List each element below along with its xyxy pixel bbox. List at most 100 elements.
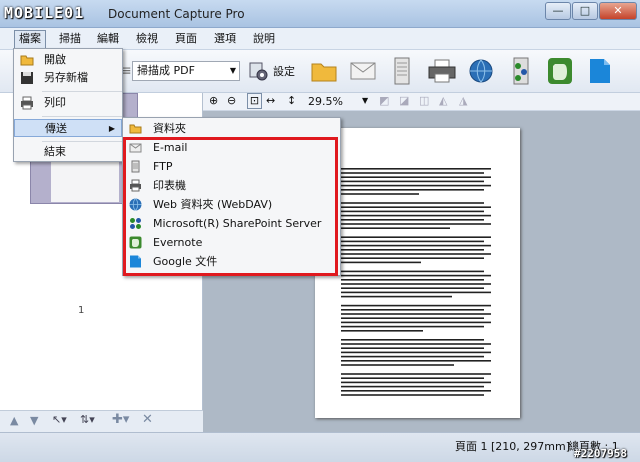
text-line [341,390,491,392]
text-line [341,394,484,396]
document-page [315,128,520,418]
file-menu-exit[interactable]: 結束 [14,143,122,161]
site-logo: MOBILE01 [4,4,85,22]
file-menu: 開啟 另存新檔 列印 傳送 ▶ 結束 [13,48,123,162]
text-line [341,236,491,238]
text-line [341,202,484,204]
text-line [341,304,491,307]
text-line [341,261,421,264]
google-docs-icon [590,59,610,83]
text-line [341,227,450,229]
text-line [341,219,484,221]
text-line [341,364,454,366]
text-line [341,240,484,243]
send-google-docs-button[interactable] [585,56,615,86]
server-icon [394,57,410,85]
zoom-level[interactable]: 29.5% [304,94,370,110]
scan-format-select[interactable]: 掃描成 PDF ▼ [132,61,240,81]
status-bar: 頁面 1 [210, 297mm] 總頁數 : 1 [0,432,640,462]
send-to-folder-label: 資料夾 [153,122,186,135]
menu-scan[interactable]: 掃描 [59,31,81,47]
menu-options[interactable]: 選項 [214,31,236,47]
text-line [341,325,484,328]
scan-format-value: 掃描成 PDF [137,64,195,77]
zoom-out-icon[interactable]: ⊖ [227,94,236,107]
file-menu-send[interactable]: 傳送 ▶ [14,119,122,137]
send-webdav-button[interactable] [466,56,496,86]
move-down-icon[interactable]: ▼ [30,414,38,427]
send-printer-button[interactable] [427,56,457,86]
text-line [341,184,491,187]
menu-bar: 檔案 掃描 編輯 檢視 頁面 選項 說明 [0,28,640,50]
envelope-icon [350,62,376,80]
view-toolbar: ⊕ ⊖ ⊡ ↔ ↕ ▼ ◩ ◪ ◫ ◭ ◮ [203,93,640,111]
maximize-button[interactable]: □ [572,2,598,20]
rotate-icon[interactable]: ↖▾ [52,413,67,426]
menu-file[interactable]: 檔案 [14,30,46,49]
rotate-right-icon[interactable]: ◪ [399,94,409,107]
fit-height-icon[interactable]: ↕ [287,94,296,107]
rotate-left-icon[interactable]: ◩ [379,94,389,107]
skew-right-icon[interactable]: ◮ [459,94,467,107]
text-line [341,193,419,195]
text-line [341,360,491,362]
send-folder-button[interactable] [309,56,339,86]
text-line [341,283,491,285]
text-line [341,355,484,358]
move-up-icon[interactable]: ▲ [10,414,18,427]
send-sharepoint-button[interactable] [506,56,536,86]
delete-page-icon[interactable]: ✕ [142,412,153,427]
text-line [341,257,484,259]
folder-open-icon [20,55,34,66]
text-line [341,279,484,281]
send-ftp-button[interactable] [387,56,417,86]
globe-icon [469,59,493,83]
menu-separator [42,91,122,92]
text-line [341,176,491,178]
settings-label: 設定 [273,65,295,78]
text-line [341,206,491,208]
text-line [341,321,491,324]
file-menu-print-label: 列印 [44,96,66,109]
file-menu-save-as[interactable]: 另存新檔 [14,69,122,87]
text-line [341,385,484,388]
file-menu-save-as-label: 另存新檔 [44,71,88,84]
menu-page[interactable]: 頁面 [175,31,197,47]
send-email-button[interactable] [348,56,378,86]
menu-separator [42,141,122,142]
text-line [341,189,484,191]
text-line [341,313,491,315]
text-line [341,274,491,277]
sort-icon[interactable]: ⇅▾ [80,413,95,426]
add-page-icon[interactable]: ✚▾ [112,412,129,427]
settings-button[interactable] [244,56,274,86]
file-menu-print[interactable]: 列印 [14,94,122,112]
chevron-down-icon: ▼ [229,66,236,75]
file-menu-open[interactable]: 開啟 [14,51,122,69]
text-line [341,244,491,247]
send-to-folder[interactable]: 資料夾 [123,119,340,138]
menu-edit[interactable]: 編輯 [97,31,119,47]
text-line [341,172,484,174]
zoom-in-icon[interactable]: ⊕ [209,94,218,107]
send-evernote-button[interactable] [545,56,575,86]
fit-width-icon[interactable]: ↔ [266,94,275,107]
settings-gear-icon [249,62,268,81]
flip-icon[interactable]: ◫ [419,94,429,107]
title-bar: MOBILE01 Document Capture Pro — □ ✕ [0,0,640,28]
text-line [341,309,484,311]
text-line [341,377,484,379]
fit-page-icon[interactable]: ⊡ [247,93,262,109]
floppy-disk-icon [21,72,33,84]
page-info: 頁面 1 [210, 297mm] [455,440,570,453]
sharepoint-icon [513,57,529,85]
close-button[interactable]: ✕ [599,2,637,20]
menu-help[interactable]: 說明 [253,31,275,47]
minimize-button[interactable]: — [545,2,571,20]
text-line [341,351,491,354]
folder-icon [311,63,337,82]
skew-left-icon[interactable]: ◭ [439,94,447,107]
evernote-icon [548,58,572,84]
menu-view[interactable]: 檢視 [136,31,158,47]
text-line [341,330,423,332]
